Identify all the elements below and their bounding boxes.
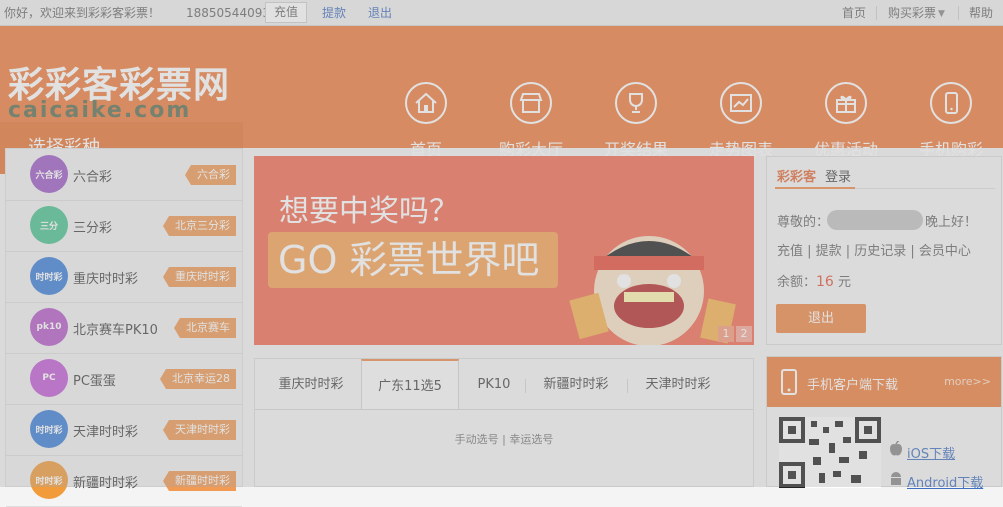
lottery-logo-icon: 时时彩 bbox=[30, 461, 68, 499]
android-icon bbox=[891, 472, 901, 485]
sidebar-item-tag: 重庆时时彩 bbox=[163, 267, 236, 287]
sidebar-item-tag: 新疆时时彩 bbox=[163, 471, 236, 491]
lottery-tabs-panel: 重庆时时彩 广东11选5 PK10 新疆时时彩 天津时时彩 手动选号 | 幸运选… bbox=[254, 358, 754, 487]
logo-domain: caicaike.com bbox=[8, 98, 192, 123]
banner-headline: 想要中奖吗？ bbox=[279, 194, 459, 229]
sidebar-item-label: PC蛋蛋 bbox=[73, 374, 116, 389]
buy-lottery-menu[interactable]: 购买彩票 bbox=[888, 5, 936, 21]
login-brand: 彩彩客 bbox=[777, 170, 817, 185]
tab-divider bbox=[627, 379, 628, 393]
mobile-icon bbox=[930, 82, 972, 124]
pick-mode-links[interactable]: 手动选号 | 幸运选号 bbox=[255, 431, 753, 447]
withdraw-link[interactable]: 提款 bbox=[322, 5, 346, 21]
apple-icon bbox=[890, 441, 902, 456]
promo-banner[interactable]: 想要中奖吗？ GO 彩票世界吧 1 2 bbox=[254, 156, 754, 345]
lottery-sidebar: 六合彩 六合彩 六合彩 三分 三分彩 北京三分彩 时时彩 重庆时时彩 重庆时时彩 pk10 北京赛车… bbox=[5, 148, 243, 507]
sidebar-item-label: 重庆时时彩 bbox=[73, 272, 139, 287]
sidebar-item[interactable]: PC PC蛋蛋 北京幸运28 bbox=[6, 353, 242, 405]
ios-download-link[interactable]: iOS下载 bbox=[907, 443, 955, 462]
top-bar: 你好，欢迎来到彩彩客彩票！ 18850544093 充值 提款 退出 首页 购买… bbox=[0, 0, 1003, 26]
sidebar-item[interactable]: 时时彩 重庆时时彩 重庆时时彩 bbox=[6, 251, 242, 303]
tab-divider bbox=[525, 379, 526, 393]
sidebar-item[interactable]: 时时彩 新疆时时彩 新疆时时彩 bbox=[6, 455, 242, 507]
tab-tjssc[interactable]: 天津时时彩 bbox=[633, 359, 723, 409]
sidebar-item-label: 三分彩 bbox=[73, 221, 113, 236]
account-panel: 彩彩客 登录 尊敬的： 晚上好！ 充值 | 提款 | 历史记录 | 会员中心 余… bbox=[766, 156, 1002, 345]
welcome-text: 你好，欢迎来到彩彩客彩票！ bbox=[4, 6, 161, 20]
sidebar-item-label: 天津时时彩 bbox=[73, 425, 139, 440]
top-home-link[interactable]: 首页 bbox=[842, 5, 866, 21]
login-title: 登录 bbox=[825, 170, 852, 185]
tab-xjssc[interactable]: 新疆时时彩 bbox=[531, 359, 621, 409]
app-download-title: 手机客户端下载 bbox=[807, 378, 899, 393]
phone-icon bbox=[781, 369, 797, 395]
sidebar-item-tag: 六合彩 bbox=[185, 165, 236, 185]
sidebar-item-tag: 北京赛车 bbox=[174, 318, 236, 338]
balance-label: 余额： bbox=[777, 275, 817, 290]
lottery-logo-icon: 时时彩 bbox=[30, 410, 68, 448]
balance-value: 16 bbox=[816, 274, 834, 290]
banner-dot-1[interactable]: 1 bbox=[718, 326, 734, 342]
logout-button[interactable]: 退出 bbox=[776, 304, 866, 333]
app-download-header: 手机客户端下载 more>> bbox=[767, 357, 1001, 407]
logout-link[interactable]: 退出 bbox=[368, 5, 392, 21]
recharge-link[interactable]: 充值 bbox=[265, 2, 308, 23]
sidebar-item-label: 六合彩 bbox=[73, 170, 113, 185]
store-icon bbox=[510, 82, 552, 124]
home-icon bbox=[405, 82, 447, 124]
tab-pk10[interactable]: PK10 bbox=[463, 359, 525, 409]
balance-unit: 元 bbox=[833, 275, 851, 290]
sidebar-item-tag: 北京三分彩 bbox=[163, 216, 236, 236]
site-header: 彩彩客彩票网 caicaike.com 选择彩种 首页 购彩大厅 开奖结果 走势… bbox=[0, 26, 1003, 174]
username-redacted bbox=[827, 210, 923, 230]
account-links[interactable]: 充值 | 提款 | 历史记录 | 会员中心 bbox=[777, 240, 971, 259]
more-link[interactable]: more>> bbox=[944, 375, 991, 388]
mascot-illustration bbox=[569, 236, 736, 345]
sidebar-item-label: 北京赛车PK10 bbox=[73, 323, 158, 338]
qr-code bbox=[779, 417, 881, 488]
sidebar-item-label: 新疆时时彩 bbox=[73, 476, 139, 491]
tab-underline bbox=[255, 409, 753, 410]
sidebar-item[interactable]: 六合彩 六合彩 六合彩 bbox=[6, 149, 242, 201]
lottery-logo-icon: 三分 bbox=[30, 206, 68, 244]
top-divider bbox=[958, 6, 959, 20]
lottery-logo-icon: pk10 bbox=[30, 308, 68, 346]
top-divider bbox=[876, 6, 877, 20]
gift-icon bbox=[825, 82, 867, 124]
balance-row: 余额：16 元 bbox=[777, 271, 851, 290]
trophy-icon bbox=[615, 82, 657, 124]
lottery-logo-icon: 时时彩 bbox=[30, 257, 68, 295]
tab-cqssc[interactable]: 重庆时时彩 bbox=[263, 359, 359, 409]
greeting-label: 尊敬的： bbox=[777, 215, 830, 230]
sidebar-item[interactable]: pk10 北京赛车PK10 北京赛车 bbox=[6, 302, 242, 354]
sidebar-item[interactable]: 时时彩 天津时时彩 天津时时彩 bbox=[6, 404, 242, 456]
lottery-logo-icon: 六合彩 bbox=[30, 155, 68, 193]
sidebar-item[interactable]: 三分 三分彩 北京三分彩 bbox=[6, 200, 242, 252]
tab-gd11x5[interactable]: 广东11选5 bbox=[361, 359, 459, 410]
sidebar-item-tag: 北京幸运28 bbox=[160, 369, 236, 389]
banner-dot-2[interactable]: 2 bbox=[736, 326, 752, 342]
app-download-panel: 手机客户端下载 more>> iOS下载 Android下载 bbox=[766, 356, 1002, 491]
android-download-link[interactable]: Android下载 bbox=[907, 472, 983, 491]
lottery-logo-icon: PC bbox=[30, 359, 68, 397]
login-underline bbox=[775, 187, 855, 189]
user-phone: 18850544093 bbox=[186, 6, 270, 20]
banner-slogan: GO 彩票世界吧 bbox=[268, 232, 558, 288]
sidebar-item-tag: 天津时时彩 bbox=[163, 420, 236, 440]
chevron-down-icon: ▼ bbox=[938, 9, 945, 19]
help-link[interactable]: 帮助 bbox=[969, 5, 993, 21]
greeting-tail: 晚上好！ bbox=[925, 215, 978, 230]
chart-icon bbox=[720, 82, 762, 124]
